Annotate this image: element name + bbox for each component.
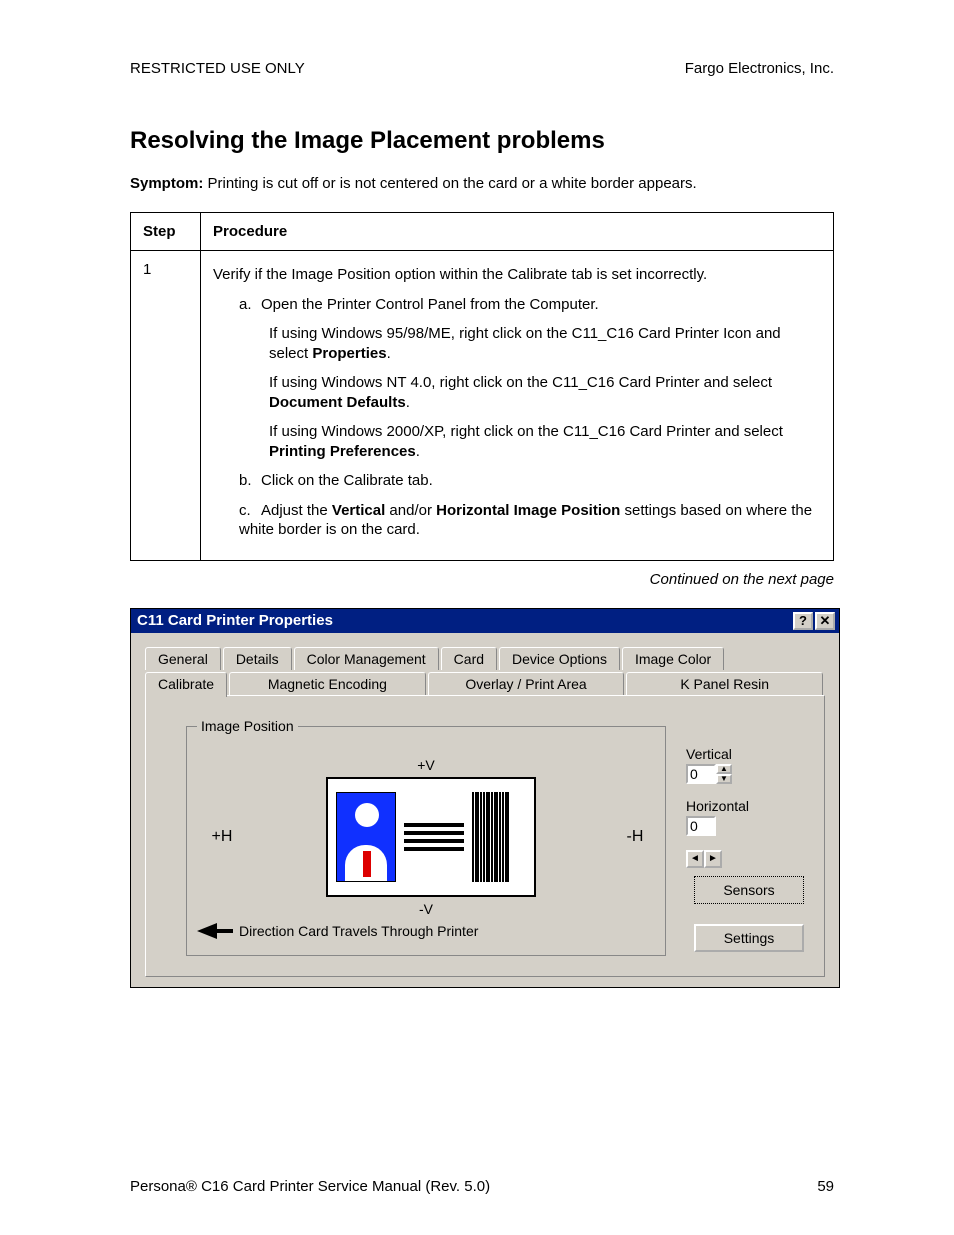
horizontal-left-button[interactable]: ◄ bbox=[686, 850, 704, 868]
footer-page: 59 bbox=[817, 1178, 834, 1195]
procedure-table: Step Procedure 1 Verify if the Image Pos… bbox=[130, 212, 834, 561]
page-header: RESTRICTED USE ONLY Fargo Electronics, I… bbox=[130, 60, 834, 77]
proc-intro: Verify if the Image Position option with… bbox=[213, 265, 821, 285]
step-a-sub2: If using Windows NT 4.0, right click on … bbox=[213, 373, 821, 412]
vertical-label: Vertical bbox=[686, 746, 749, 762]
procedure-cell: Verify if the Image Position option with… bbox=[201, 251, 834, 561]
horizontal-input[interactable] bbox=[686, 816, 716, 836]
minus-v-label: -V bbox=[197, 901, 655, 917]
tab-device-options[interactable]: Device Options bbox=[499, 647, 620, 670]
header-left: RESTRICTED USE ONLY bbox=[130, 60, 305, 77]
tab-calibrate[interactable]: Calibrate bbox=[145, 672, 227, 697]
plus-h-label: +H bbox=[197, 828, 247, 846]
dialog-titlebar: C11 Card Printer Properties ? ✕ bbox=[131, 609, 839, 633]
footer-left: Persona® C16 Card Printer Service Manual… bbox=[130, 1178, 490, 1195]
tab-strip: General Details Color Management Card De… bbox=[145, 647, 825, 977]
tab-general[interactable]: General bbox=[145, 647, 221, 670]
card-preview bbox=[326, 777, 536, 897]
properties-dialog: C11 Card Printer Properties ? ✕ General … bbox=[130, 608, 840, 988]
col-step: Step bbox=[131, 213, 201, 251]
step-b: b.Click on the Calibrate tab. bbox=[213, 471, 821, 491]
tab-magnetic-encoding[interactable]: Magnetic Encoding bbox=[229, 672, 426, 695]
help-icon: ? bbox=[799, 614, 807, 627]
page-title: Resolving the Image Placement problems bbox=[130, 127, 834, 155]
step-a-sub3: If using Windows 2000/XP, right click on… bbox=[213, 422, 821, 461]
step-number: 1 bbox=[131, 251, 201, 561]
continued-note: Continued on the next page bbox=[130, 571, 834, 588]
header-right: Fargo Electronics, Inc. bbox=[685, 60, 834, 77]
direction-row: Direction Card Travels Through Printer bbox=[197, 923, 655, 939]
image-position-group: Image Position +V +H bbox=[186, 726, 666, 956]
text-lines-icon bbox=[404, 823, 464, 851]
dialog-title: C11 Card Printer Properties bbox=[137, 612, 791, 629]
symptom-text: Printing is cut off or is not centered o… bbox=[203, 175, 696, 192]
portrait-icon bbox=[336, 792, 396, 882]
direction-label: Direction Card Travels Through Printer bbox=[239, 923, 478, 939]
tab-row-1: General Details Color Management Card De… bbox=[145, 647, 825, 670]
horizontal-label: Horizontal bbox=[686, 798, 749, 814]
tab-row-2: Calibrate Magnetic Encoding Overlay / Pr… bbox=[145, 672, 825, 695]
tab-details[interactable]: Details bbox=[223, 647, 292, 670]
tab-k-panel-resin[interactable]: K Panel Resin bbox=[626, 672, 823, 695]
tab-color-management[interactable]: Color Management bbox=[294, 647, 439, 670]
close-icon: ✕ bbox=[820, 614, 831, 627]
calibrate-panel: Image Position +V +H bbox=[145, 695, 825, 977]
symptom-line: Symptom: Printing is cut off or is not c… bbox=[130, 175, 834, 192]
page-footer: Persona® C16 Card Printer Service Manual… bbox=[130, 1178, 834, 1195]
tab-image-color[interactable]: Image Color bbox=[622, 647, 724, 670]
tab-card[interactable]: Card bbox=[441, 647, 497, 670]
vertical-spin-down[interactable]: ▼ bbox=[716, 774, 732, 784]
minus-h-label: -H bbox=[615, 828, 655, 846]
step-a-sub1: If using Windows 95/98/ME, right click o… bbox=[213, 324, 821, 363]
col-procedure: Procedure bbox=[201, 213, 834, 251]
help-button[interactable]: ? bbox=[793, 612, 813, 630]
vertical-input[interactable] bbox=[686, 764, 716, 784]
sensors-button[interactable]: Sensors bbox=[694, 876, 804, 904]
step-a: a.Open the Printer Control Panel from th… bbox=[213, 295, 821, 315]
horizontal-right-button[interactable]: ► bbox=[704, 850, 722, 868]
step-c: c.Adjust the Vertical and/or Horizontal … bbox=[213, 501, 821, 540]
group-label: Image Position bbox=[197, 718, 298, 734]
position-controls: Vertical ▲▼ Horizontal ◄ ► bbox=[686, 746, 749, 868]
tab-overlay-print-area[interactable]: Overlay / Print Area bbox=[428, 672, 625, 695]
symptom-label: Symptom: bbox=[130, 175, 203, 192]
barcode-icon bbox=[472, 792, 509, 882]
arrow-left-icon bbox=[197, 923, 217, 939]
close-button[interactable]: ✕ bbox=[815, 612, 835, 630]
plus-v-label: +V bbox=[197, 757, 655, 773]
settings-button[interactable]: Settings bbox=[694, 924, 804, 952]
vertical-spin-up[interactable]: ▲ bbox=[716, 764, 732, 774]
